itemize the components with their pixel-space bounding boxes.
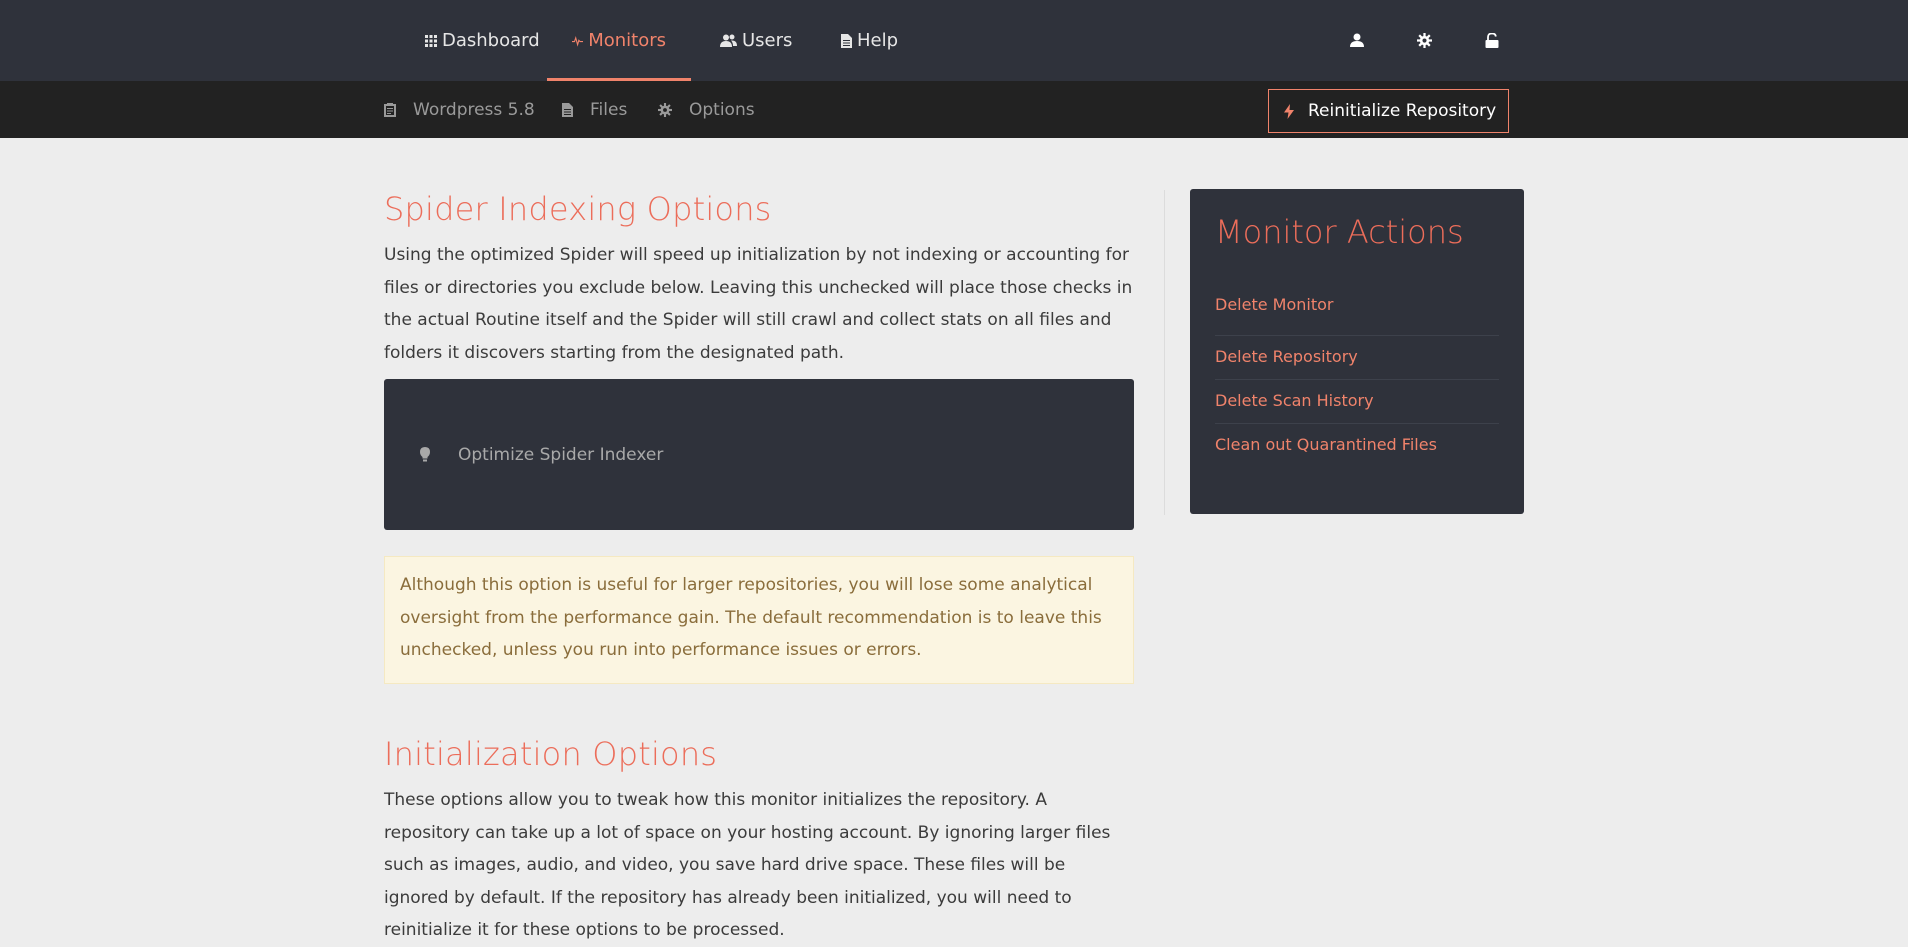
user-icon: [1350, 33, 1364, 47]
gear-icon: [1416, 32, 1432, 48]
subnav-repository-label: Wordpress 5.8: [413, 99, 535, 120]
sub-navigation: Wordpress 5.8 Files Options: [0, 81, 1908, 138]
initialization-description: These options allow you to tweak how thi…: [384, 790, 1111, 940]
nav-help-label: Help: [857, 30, 899, 51]
action-label: Clean out Quarantined Files: [1215, 435, 1437, 454]
monitor-actions-list: Delete Monitor Delete Repository Delete …: [1215, 292, 1499, 468]
delete-monitor-link[interactable]: Delete Monitor: [1215, 292, 1499, 336]
settings-button[interactable]: [1414, 30, 1434, 50]
action-label: Delete Scan History: [1215, 391, 1374, 410]
monitor-actions-title: Monitor Actions: [1215, 213, 1464, 251]
action-label: Delete Monitor: [1215, 295, 1334, 314]
spider-description: Using the optimized Spider will speed up…: [384, 245, 1133, 363]
pulse-icon: [572, 35, 584, 47]
warning-text: Although this option is useful for large…: [400, 575, 1102, 660]
column-divider: [1164, 190, 1165, 515]
nav-monitors[interactable]: Monitors: [547, 0, 691, 81]
subnav-repository[interactable]: Wordpress 5.8: [384, 81, 535, 138]
bolt-icon: [1284, 103, 1294, 119]
monitor-actions-panel: Monitor Actions Delete Monitor Delete Re…: [1190, 189, 1524, 514]
main-content: Spider Indexing Options Using the optimi…: [384, 190, 1134, 369]
subnav-options-label: Options: [689, 99, 755, 120]
delete-repository-link[interactable]: Delete Repository: [1215, 336, 1499, 380]
nav-dashboard[interactable]: Dashboard: [400, 0, 565, 81]
clean-quarantined-files-link[interactable]: Clean out Quarantined Files: [1215, 424, 1499, 468]
clipboard-icon: [384, 103, 396, 117]
reinitialize-repository-label: Reinitialize Repository: [1308, 101, 1497, 121]
optimize-spider-toggle[interactable]: Optimize Spider Indexer: [384, 379, 1134, 530]
delete-scan-history-link[interactable]: Delete Scan History: [1215, 380, 1499, 424]
reinitialize-repository-button[interactable]: Reinitialize Repository: [1268, 89, 1509, 133]
nav-users-label: Users: [742, 30, 793, 51]
nav-monitors-label: Monitors: [588, 30, 666, 51]
spider-section-title: Spider Indexing Options: [384, 190, 772, 228]
profile-button[interactable]: [1347, 30, 1367, 50]
subnav-files[interactable]: Files: [562, 81, 627, 138]
lightbulb-icon: [420, 447, 430, 462]
document-icon: [841, 33, 852, 48]
optimize-spider-label: Optimize Spider Indexer: [458, 444, 664, 465]
action-label: Delete Repository: [1215, 347, 1358, 366]
file-icon: [562, 102, 573, 117]
users-icon: [720, 34, 737, 47]
warning-alert: Although this option is useful for large…: [384, 556, 1134, 684]
nav-dashboard-label: Dashboard: [442, 30, 540, 51]
top-navigation: Dashboard Monitors Users Help: [0, 0, 1908, 81]
logout-button[interactable]: [1482, 30, 1502, 50]
subnav-options[interactable]: Options: [658, 81, 755, 138]
unlock-icon: [1485, 32, 1499, 48]
grid-icon: [425, 34, 437, 47]
initialization-section: Initialization Options These options all…: [384, 735, 1134, 947]
nav-help[interactable]: Help: [816, 0, 923, 81]
subnav-files-label: Files: [590, 99, 628, 120]
gear-icon: [658, 102, 672, 117]
initialization-section-title: Initialization Options: [384, 735, 718, 773]
nav-users[interactable]: Users: [695, 0, 817, 81]
